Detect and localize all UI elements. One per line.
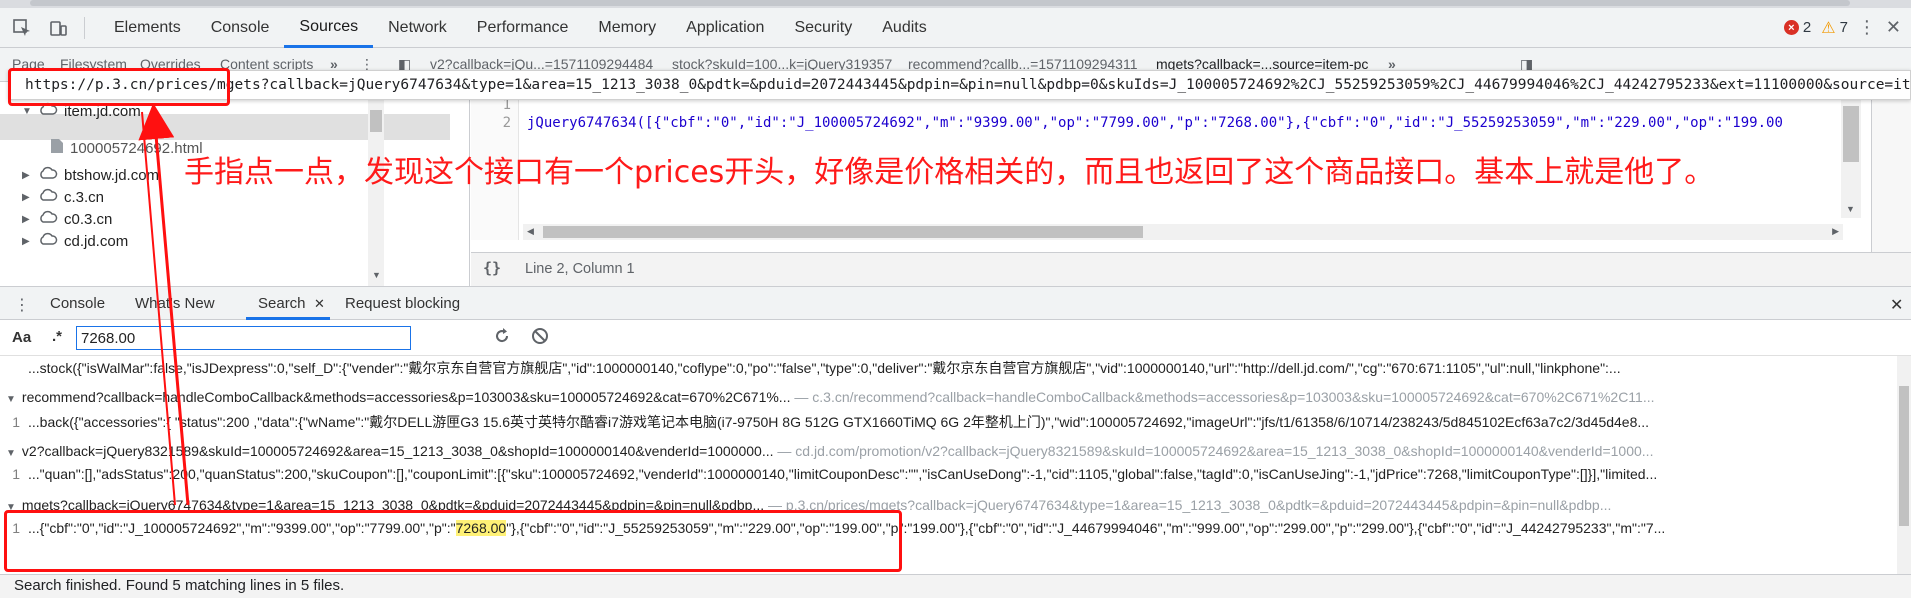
annotation-arrows xyxy=(138,103,190,506)
